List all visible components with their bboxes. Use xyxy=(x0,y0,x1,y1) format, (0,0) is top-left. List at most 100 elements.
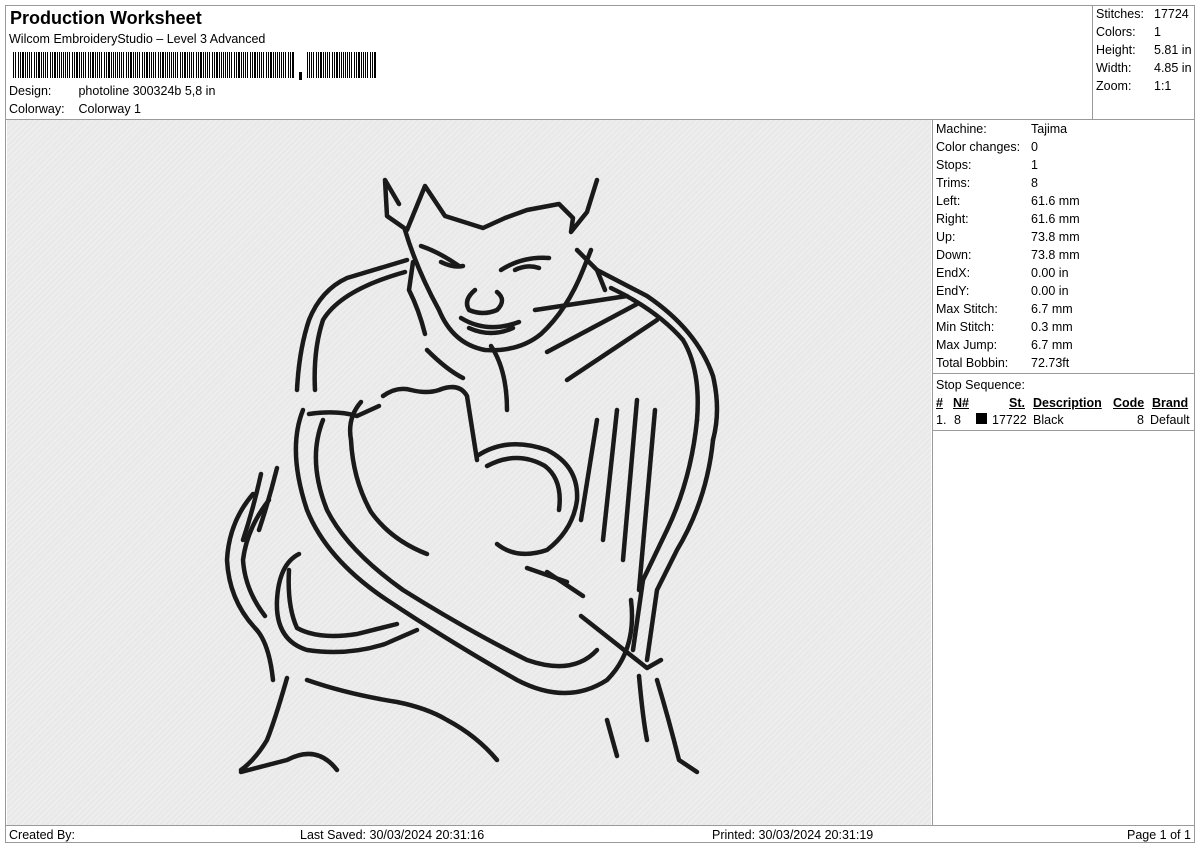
barcode-bar xyxy=(130,52,132,78)
barcode-bar xyxy=(162,52,164,78)
barcode-bar xyxy=(336,52,338,78)
barcode-bar xyxy=(65,52,66,78)
barcode-bar xyxy=(279,52,280,78)
barcode-bar xyxy=(20,52,21,78)
barcode-bar xyxy=(323,52,324,78)
barcode-bar xyxy=(320,52,322,78)
barcode-bar xyxy=(34,52,35,78)
barcode-bar xyxy=(313,52,314,78)
barcode-bar xyxy=(354,52,355,78)
info-value: 6.7 mm xyxy=(1031,338,1073,352)
machine-info-panel: Machine: Tajima Color changes: 0 Stops: 1 Trim… xyxy=(932,120,1195,826)
barcode-bar xyxy=(115,52,116,78)
info-label: Right: xyxy=(936,212,969,226)
stop-sequence-title: Stop Sequence: xyxy=(936,378,1025,392)
lower-hand-inner xyxy=(286,567,400,639)
info-label: EndY: xyxy=(936,284,970,298)
barcode-bar xyxy=(361,52,362,78)
barcode-bar xyxy=(135,52,136,78)
worksheet-header: Production Worksheet Wilcom EmbroiderySt… xyxy=(6,6,1092,119)
col-code: Code xyxy=(1113,396,1145,410)
info-value: 0.00 in xyxy=(1031,266,1069,280)
design-preview xyxy=(7,120,931,826)
stop-sequence-divider xyxy=(933,430,1195,431)
info-label: Machine: xyxy=(936,122,987,136)
barcode-bar xyxy=(318,52,319,78)
barcode-bar xyxy=(128,52,129,78)
shoulder-right-inner xyxy=(608,285,700,423)
barcode-bar xyxy=(290,52,291,78)
hand-fingers-2 xyxy=(347,399,430,557)
stop-sequence-header: # N# St. Description Code Brand xyxy=(936,396,1194,412)
barcode-bar xyxy=(184,52,186,78)
barcode-bar xyxy=(169,52,170,78)
design-row: Design: photoline 300324b 5,8 in xyxy=(9,84,215,98)
barcode-bar xyxy=(133,52,134,78)
barcode-bar xyxy=(191,52,192,78)
barcode-bar xyxy=(345,52,346,78)
info-value: 73.8 mm xyxy=(1031,230,1080,244)
barcode-bar xyxy=(155,52,156,78)
barcode-bar xyxy=(63,52,64,78)
barcode-bar xyxy=(88,52,89,78)
info-row: EndX: 0.00 in xyxy=(936,266,1069,280)
barcode-bar xyxy=(15,52,16,78)
barcode-bar xyxy=(123,52,124,78)
barcode-bar xyxy=(285,52,286,78)
barcode-bar xyxy=(121,52,122,78)
info-row: Down: 73.8 mm xyxy=(936,248,1080,262)
barcode-bar xyxy=(81,52,82,78)
barcode-bar xyxy=(50,52,51,78)
barcode-bar xyxy=(212,52,213,78)
barcode-bar xyxy=(209,52,210,78)
barcode-bar xyxy=(29,52,30,78)
barcode-bar xyxy=(27,52,28,78)
barcode-bar xyxy=(325,52,326,78)
barcode-bar xyxy=(275,52,276,78)
info-label: Min Stitch: xyxy=(936,320,995,334)
barcode-bar xyxy=(151,52,152,78)
barcode-bar xyxy=(227,52,228,78)
barcode-bar xyxy=(171,52,172,78)
design-summary: Stitches: 17724 Colors: 1 Height: 5.81 in W… xyxy=(1092,6,1196,119)
hand-fingers xyxy=(380,384,480,463)
barcode-bar xyxy=(332,52,333,78)
col-st: St. xyxy=(1009,396,1025,410)
barcode-bar xyxy=(67,52,68,78)
barcode-bar xyxy=(339,52,340,78)
barcode-bar xyxy=(266,52,267,78)
barcode-bar xyxy=(153,52,154,78)
barcode-bar xyxy=(189,52,190,78)
barcode-bar xyxy=(160,52,161,78)
row-brand: Default xyxy=(1150,413,1190,427)
barcode-bar xyxy=(142,52,143,78)
barcode-bar xyxy=(61,52,62,78)
col-num: # xyxy=(936,396,943,410)
barcode-bar xyxy=(200,52,202,78)
lower-body-right xyxy=(636,673,700,775)
barcode-bar xyxy=(41,52,42,78)
stitches-label: Stitches: xyxy=(1096,7,1144,21)
eye-right xyxy=(512,264,542,273)
barcode-bar xyxy=(167,52,168,78)
barcode-bar xyxy=(182,52,183,78)
stop-sequence-row: 1. 8 17722 Black 8 Default xyxy=(936,413,1194,429)
info-label: Down: xyxy=(936,248,972,262)
info-label: Trims: xyxy=(936,176,971,190)
lower-body-mid xyxy=(304,677,500,763)
embroidery-line-art xyxy=(224,177,720,775)
row-st: 17722 xyxy=(992,413,1027,427)
col-n: N# xyxy=(953,396,969,410)
row-code: 8 xyxy=(1137,413,1144,427)
info-row: Max Jump: 6.7 mm xyxy=(936,338,1073,352)
barcode-bar xyxy=(259,52,260,78)
barcode-bar xyxy=(316,52,317,78)
barcode-bar xyxy=(92,52,94,78)
barcode-bar xyxy=(59,52,60,78)
barcode-bar xyxy=(99,52,100,78)
barcode-bar xyxy=(22,52,24,78)
barcode-bar xyxy=(219,52,220,78)
barcode-bar xyxy=(76,52,78,78)
colorway-label: Colorway: xyxy=(9,102,65,116)
barcode-bar xyxy=(83,52,84,78)
